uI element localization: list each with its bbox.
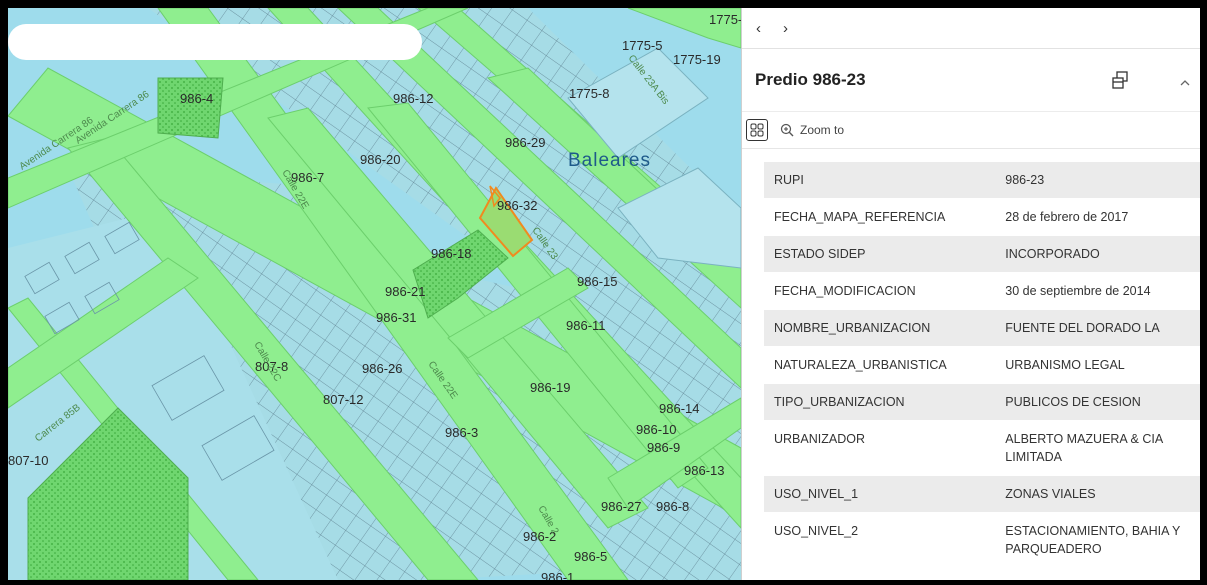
- back-button[interactable]: ‹: [756, 20, 761, 37]
- parcel-label[interactable]: 986-15: [577, 274, 617, 289]
- table-row: ESTADO SIDEP INCORPORADO: [764, 235, 1200, 273]
- zoom-to-button[interactable]: Zoom to: [780, 123, 844, 137]
- attribute-value: PUBLICOS DE CESION: [995, 383, 1200, 421]
- attribute-value: 28 de febrero de 2017: [995, 198, 1200, 236]
- zoom-to-label: Zoom to: [800, 123, 845, 137]
- actions-menu-button[interactable]: [746, 119, 768, 141]
- table-row: USO_NIVEL_2 ESTACIONAMIENTO, BAHIA Y PARQ…: [764, 512, 1200, 568]
- collapse-button[interactable]: [1180, 75, 1190, 90]
- attribute-value: 986-23: [995, 162, 1200, 199]
- panel-nav: ‹ ›: [742, 8, 1200, 49]
- parcel-label[interactable]: 1775-5: [622, 38, 662, 53]
- screen-frame: 1775-17 1775-5 1775-19 1775-8 986-4 986-…: [0, 0, 1207, 585]
- parcel-label[interactable]: 1775-19: [673, 52, 721, 67]
- attribute-key: ESTADO SIDEP: [764, 235, 996, 273]
- search-input[interactable]: [24, 24, 408, 60]
- attribute-key: URBANIZADOR: [764, 420, 996, 476]
- parcel-label[interactable]: 986-27: [601, 499, 641, 514]
- parcel-label[interactable]: 986-19: [530, 380, 570, 395]
- table-row: NOMBRE_URBANIZACION FUENTE DEL DORADO LA: [764, 309, 1200, 347]
- parcel-label[interactable]: 807-10: [8, 453, 48, 468]
- table-row: TIPO_URBANIZACION PUBLICOS DE CESION: [764, 383, 1200, 421]
- parcel-label[interactable]: 986-10: [636, 422, 676, 437]
- zoom-in-icon: [780, 123, 794, 137]
- attribute-value: FUENTE DEL DORADO LA: [995, 309, 1200, 347]
- feature-title: Predio 986-23: [755, 70, 866, 89]
- parcel-label[interactable]: 986-20: [360, 152, 400, 167]
- map-view[interactable]: 1775-17 1775-5 1775-19 1775-8 986-4 986-…: [8, 8, 741, 580]
- parcel-label[interactable]: 986-32: [497, 198, 537, 213]
- attribute-value: ALBERTO MAZUERA & CIA LIMITADA: [995, 420, 1200, 476]
- attribute-value: 30 de septiembre de 2014: [995, 272, 1200, 310]
- attribute-value: ESTACIONAMIENTO, BAHIA Y PARQUEADERO: [995, 512, 1200, 568]
- parcel-label[interactable]: 986-1: [541, 570, 574, 580]
- parcel-label[interactable]: 986-31: [376, 310, 416, 325]
- attribute-key: USO_NIVEL_2: [764, 512, 996, 568]
- parcel-label[interactable]: 986-9: [647, 440, 680, 455]
- parcel-label[interactable]: 986-5: [574, 549, 607, 564]
- parcel-label[interactable]: 807-12: [323, 392, 363, 407]
- parcel-label[interactable]: 986-11: [566, 318, 606, 333]
- attribute-key: TIPO_URBANIZACION: [764, 383, 996, 421]
- table-row: USO_NIVEL_1 ZONAS VIALES: [764, 475, 1200, 513]
- parcel-label[interactable]: 986-13: [684, 463, 724, 478]
- search-bar[interactable]: [8, 24, 422, 60]
- panel-header: Predio 986-23: [742, 49, 1200, 112]
- parcel-label[interactable]: 986-26: [362, 361, 402, 376]
- attribute-value: INCORPORADO: [995, 235, 1200, 273]
- parcel-label[interactable]: 986-4: [180, 91, 213, 106]
- dock-icon: [1112, 71, 1128, 89]
- chevron-up-icon: [1180, 80, 1190, 86]
- forward-button[interactable]: ›: [783, 20, 788, 37]
- table-row: URBANIZADOR ALBERTO MAZUERA & CIA LIMITAD…: [764, 420, 1200, 476]
- parcel-label[interactable]: 986-8: [656, 499, 689, 514]
- parcel-label[interactable]: 986-21: [385, 284, 425, 299]
- attribute-key: NATURALEZA_URBANISTICA: [764, 346, 996, 384]
- parcel-label[interactable]: 1775-8: [569, 86, 609, 101]
- feature-info-panel: ‹ › Predio 986-23 Zoom to RUPI 986-23 FE…: [741, 8, 1200, 580]
- attribute-value: ZONAS VIALES: [995, 475, 1200, 513]
- parcel-label[interactable]: 1775-17: [709, 12, 741, 27]
- panel-toolbar: Zoom to: [742, 112, 1200, 149]
- attribute-value: URBANISMO LEGAL: [995, 346, 1200, 384]
- grid-icon: [750, 123, 764, 137]
- parcel-label[interactable]: 986-14: [659, 401, 699, 416]
- neighborhood-label: Baleares: [568, 150, 651, 171]
- parcel-label[interactable]: 986-18: [431, 246, 471, 261]
- parcel-label[interactable]: 986-3: [445, 425, 478, 440]
- attribute-key: FECHA_MAPA_REFERENCIA: [764, 198, 996, 236]
- parcel-label[interactable]: 986-29: [505, 135, 545, 150]
- table-row: NATURALEZA_URBANISTICA URBANISMO LEGAL: [764, 346, 1200, 384]
- table-row: FECHA_MAPA_REFERENCIA 28 de febrero de 20…: [764, 198, 1200, 236]
- dock-button[interactable]: [1112, 71, 1128, 94]
- parcel-label[interactable]: 986-12: [393, 91, 433, 106]
- attribute-key: RUPI: [764, 162, 996, 199]
- attribute-key: FECHA_MODIFICACION: [764, 272, 996, 310]
- table-row: FECHA_MODIFICACION 30 de septiembre de 20…: [764, 272, 1200, 310]
- attribute-table: RUPI 986-23 FECHA_MAPA_REFERENCIA 28 de fe…: [764, 162, 1200, 568]
- attribute-key: USO_NIVEL_1: [764, 475, 996, 513]
- table-row: RUPI 986-23: [764, 162, 1200, 199]
- attribute-key: NOMBRE_URBANIZACION: [764, 309, 996, 347]
- map-canvas[interactable]: 1775-17 1775-5 1775-19 1775-8 986-4 986-…: [8, 8, 741, 580]
